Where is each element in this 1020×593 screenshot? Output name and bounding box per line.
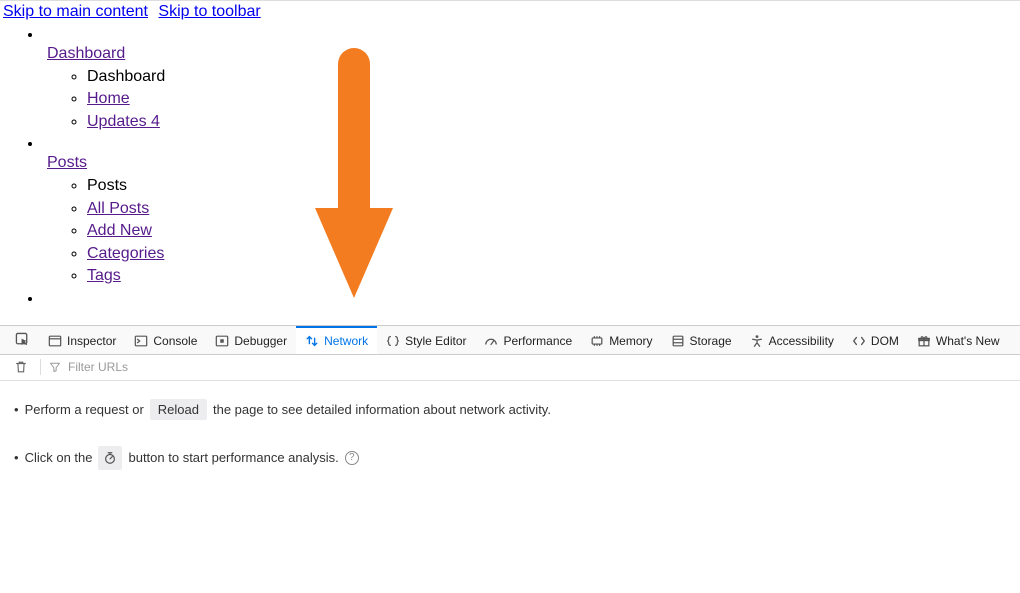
network-icon bbox=[305, 334, 319, 348]
nav-dashboard-link[interactable]: Dashboard bbox=[47, 45, 125, 62]
nav-posts-current: Posts bbox=[87, 177, 127, 194]
tab-label: Accessibility bbox=[769, 334, 834, 348]
funnel-icon bbox=[49, 361, 61, 373]
bullet: • bbox=[14, 402, 19, 417]
devtools-panel: Inspector Console Debugger Network Style bbox=[0, 325, 1020, 355]
tab-debugger[interactable]: Debugger bbox=[206, 326, 296, 354]
tab-label: Debugger bbox=[234, 334, 287, 348]
tab-label: Style Editor bbox=[405, 334, 466, 348]
skip-to-main-link[interactable]: Skip to main content bbox=[3, 3, 148, 20]
tab-dom[interactable]: DOM bbox=[843, 326, 908, 354]
wp-admin-nav: Dashboard Dashboard Home Updates 4 Posts… bbox=[0, 24, 1020, 315]
performance-icon bbox=[484, 334, 498, 348]
dom-icon bbox=[852, 334, 866, 348]
nav-tags-link[interactable]: Tags bbox=[87, 267, 121, 284]
empty-text: Perform a request or bbox=[25, 402, 144, 417]
nav-updates-link[interactable]: Updates 4 bbox=[87, 113, 160, 130]
empty-text: Click on the bbox=[25, 450, 93, 465]
reload-button[interactable]: Reload bbox=[150, 399, 207, 420]
nav-addnew-link[interactable]: Add New bbox=[87, 222, 152, 239]
gift-icon bbox=[917, 334, 931, 348]
empty-text: button to start performance analysis. bbox=[128, 450, 338, 465]
storage-icon bbox=[671, 334, 685, 348]
console-icon bbox=[134, 334, 148, 348]
nav-dashboard-current: Dashboard bbox=[87, 68, 165, 85]
tab-label: Performance bbox=[503, 334, 572, 348]
start-performance-button[interactable] bbox=[98, 446, 122, 470]
network-toolbar bbox=[0, 355, 1020, 381]
help-icon[interactable]: ? bbox=[345, 451, 359, 465]
nav-home-link[interactable]: Home bbox=[87, 90, 130, 107]
debugger-icon bbox=[215, 334, 229, 348]
bullet: • bbox=[14, 450, 19, 465]
nav-posts-link[interactable]: Posts bbox=[47, 154, 87, 171]
accessibility-icon bbox=[750, 334, 764, 348]
skip-to-toolbar-link[interactable]: Skip to toolbar bbox=[158, 3, 260, 20]
stopwatch-icon bbox=[103, 451, 117, 465]
nav-allposts-link[interactable]: All Posts bbox=[87, 200, 149, 217]
tab-label: Network bbox=[324, 334, 368, 348]
devtools-tabstrip: Inspector Console Debugger Network Style bbox=[0, 326, 1020, 354]
tab-label: Console bbox=[153, 334, 197, 348]
tab-style-editor[interactable]: Style Editor bbox=[377, 326, 475, 354]
separator bbox=[40, 359, 41, 375]
tab-label: What's New bbox=[936, 334, 1000, 348]
tab-accessibility[interactable]: Accessibility bbox=[741, 326, 843, 354]
network-empty-state: • Perform a request or Reload the page t… bbox=[0, 381, 1020, 516]
nav-bullet bbox=[43, 24, 1017, 42]
tab-memory[interactable]: Memory bbox=[581, 326, 661, 354]
element-picker-button[interactable] bbox=[6, 326, 39, 354]
tab-performance[interactable]: Performance bbox=[475, 326, 581, 354]
tab-whatsnew[interactable]: What's New bbox=[908, 326, 1009, 354]
pointer-icon bbox=[15, 332, 30, 347]
tab-label: Storage bbox=[690, 334, 732, 348]
memory-icon bbox=[590, 334, 604, 348]
clear-button[interactable] bbox=[6, 355, 36, 380]
tab-storage[interactable]: Storage bbox=[662, 326, 741, 354]
tab-console[interactable]: Console bbox=[125, 326, 206, 354]
empty-text: the page to see detailed information abo… bbox=[213, 402, 551, 417]
tab-network[interactable]: Network bbox=[296, 326, 377, 354]
tab-label: DOM bbox=[871, 334, 899, 348]
nav-categories-link[interactable]: Categories bbox=[87, 245, 164, 262]
inspector-icon bbox=[48, 334, 62, 348]
trash-icon bbox=[14, 360, 28, 374]
style-editor-icon bbox=[386, 334, 400, 348]
tab-inspector[interactable]: Inspector bbox=[39, 326, 125, 354]
nav-bullet bbox=[43, 133, 1017, 151]
nav-bullet bbox=[43, 288, 1017, 306]
tab-label: Memory bbox=[609, 334, 652, 348]
filter-urls-input[interactable] bbox=[66, 359, 266, 375]
tab-label: Inspector bbox=[67, 334, 116, 348]
